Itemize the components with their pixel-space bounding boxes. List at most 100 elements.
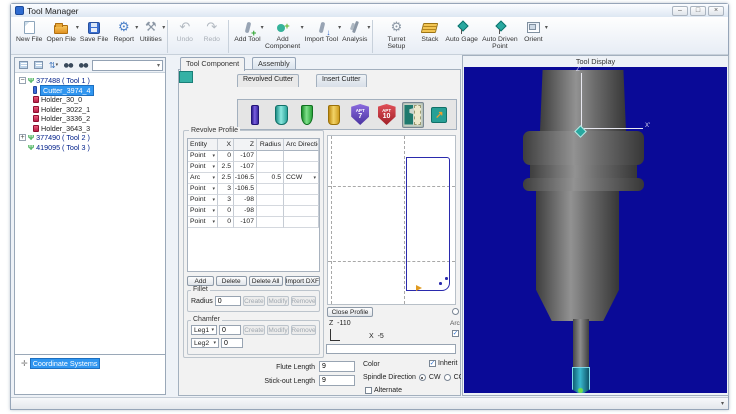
tab-insert-cutter[interactable]: Insert Cutter xyxy=(316,74,367,87)
maximize-button[interactable]: □ xyxy=(690,6,706,16)
tree-filter-combobox[interactable]: ▾ xyxy=(92,60,163,71)
chamfer-modify-button[interactable]: Modify xyxy=(267,325,289,335)
flute-length-input[interactable] xyxy=(319,361,355,372)
cutter-type-apt10[interactable]: APT10 xyxy=(376,102,397,128)
chamfer-remove-button[interactable]: Remove xyxy=(291,325,316,335)
arc-cell[interactable] xyxy=(284,217,319,228)
x-cell[interactable]: 0 xyxy=(218,151,234,162)
color-swatch[interactable] xyxy=(179,71,193,83)
x-cell[interactable]: 0 xyxy=(218,217,234,228)
close-button[interactable]: × xyxy=(708,6,724,16)
orient-button[interactable]: ▾Orient xyxy=(520,19,547,43)
alternate-checkbox[interactable] xyxy=(365,387,372,394)
chamfer-leg2-input[interactable] xyxy=(221,338,243,348)
entity-cell[interactable]: Point▾ xyxy=(188,162,218,173)
minimize-button[interactable]: – xyxy=(672,6,688,16)
stickout-length-input[interactable] xyxy=(319,375,355,386)
alternate-checkbox-row[interactable]: Alternate xyxy=(365,387,402,394)
stack-button[interactable]: Stack xyxy=(416,19,443,43)
fillet-remove-button[interactable]: Remove xyxy=(291,296,316,306)
dropdown-icon[interactable]: ▾ xyxy=(313,173,316,183)
tree-view-button[interactable] xyxy=(17,59,30,71)
cutter-type-bullnose[interactable] xyxy=(323,102,344,128)
import-tool-button[interactable]: ▾Import Tool xyxy=(303,19,341,43)
cutter-type-import-profile[interactable]: ↗ xyxy=(429,102,450,128)
z-cell[interactable]: -107 xyxy=(234,217,257,228)
cutter-type-revolve-profile[interactable] xyxy=(402,102,423,128)
arc-cell[interactable] xyxy=(284,151,319,162)
x-cell[interactable]: 2.5 xyxy=(218,173,234,184)
dropdown-icon[interactable]: ▾ xyxy=(367,25,370,32)
redo-button[interactable]: ↷Redo xyxy=(198,19,225,43)
arc-cell[interactable] xyxy=(284,162,319,173)
fillet-radius-input[interactable] xyxy=(215,296,241,306)
cutter-type-drill[interactable] xyxy=(297,102,318,128)
tree-item-cutter[interactable]: Cutter_3974_4 xyxy=(32,86,165,96)
dropdown-icon[interactable]: ▾ xyxy=(212,206,215,216)
inherit-checkbox-row[interactable]: ✓Inherit xyxy=(429,360,457,367)
tree-item-tool2[interactable]: +Ψ377490 ( Tool 2 ) xyxy=(19,133,165,143)
delete-all-button[interactable]: Delete All xyxy=(249,276,283,286)
save-file-button[interactable]: Save File xyxy=(78,19,110,43)
table-row[interactable]: Point▾0-98 xyxy=(188,206,319,217)
dropdown-icon[interactable]: ▾ xyxy=(212,184,215,194)
undo-button[interactable]: ↶Undo xyxy=(171,19,198,43)
import-dxf-button[interactable]: Import DXF xyxy=(285,276,320,286)
utilities-button[interactable]: ⚒▾Utilities xyxy=(137,19,164,43)
dropdown-icon[interactable]: ▾ xyxy=(212,195,215,205)
tree-detail-button[interactable] xyxy=(32,59,45,71)
expander-icon[interactable]: − xyxy=(19,77,26,84)
entity-cell[interactable]: Point▾ xyxy=(188,206,218,217)
dropdown-icon[interactable]: ▾ xyxy=(212,217,215,227)
entity-cell[interactable]: Point▾ xyxy=(188,184,218,195)
chamfer-leg1-combobox[interactable]: Leg1▾ xyxy=(191,325,217,335)
chamfer-leg1-input[interactable] xyxy=(219,325,241,335)
add-button[interactable]: Add xyxy=(187,276,214,286)
cutter-type-ball-endmill[interactable] xyxy=(270,102,291,128)
tree-item-holder[interactable]: Holder_30_0 xyxy=(32,95,165,105)
cutter-type-flat-endmill[interactable] xyxy=(244,102,265,128)
cw-radio[interactable] xyxy=(419,374,426,381)
table-row[interactable]: Arc▾2.5-106.50.5CCW▾ xyxy=(188,173,319,184)
z-cell[interactable]: -107 xyxy=(234,162,257,173)
tree-item-holder[interactable]: Holder_3336_2 xyxy=(32,114,165,124)
table-row[interactable]: Point▾0-107 xyxy=(188,217,319,228)
dropdown-icon[interactable]: ▾ xyxy=(212,162,215,172)
turret-setup-button[interactable]: ⚙Turret Setup xyxy=(376,19,416,51)
close-profile-button[interactable]: Close Profile xyxy=(327,307,373,317)
radius-cell[interactable] xyxy=(257,195,284,206)
dropdown-icon[interactable]: ▾ xyxy=(212,173,215,183)
delete-button[interactable]: Delete xyxy=(216,276,247,286)
table-row[interactable]: Point▾0-107 xyxy=(188,151,319,162)
table-row[interactable]: Point▾3-98 xyxy=(188,195,319,206)
z-cell[interactable]: -106.5 xyxy=(234,184,257,195)
arc-cell[interactable] xyxy=(284,184,319,195)
arc-radio[interactable] xyxy=(452,308,459,315)
find-button[interactable] xyxy=(62,59,75,71)
radius-cell[interactable] xyxy=(257,184,284,195)
radius-cell[interactable] xyxy=(257,217,284,228)
arc-checkbox[interactable]: ✓ xyxy=(452,330,459,337)
x-cell[interactable]: 3 xyxy=(218,184,234,195)
dropdown-icon[interactable]: ▾ xyxy=(162,25,165,32)
new-file-button[interactable]: New File xyxy=(14,19,44,43)
open-file-button[interactable]: ▾Open File xyxy=(44,19,77,43)
table-row[interactable]: Point▾2.5-107 xyxy=(188,162,319,173)
x-cell[interactable]: 0 xyxy=(218,206,234,217)
add-component-button[interactable]: ▾Add Component xyxy=(263,19,303,51)
tab-revolved-cutter[interactable]: Revolved Cutter xyxy=(237,74,299,87)
entity-cell[interactable]: Arc▾ xyxy=(188,173,218,184)
z-cell[interactable]: -107 xyxy=(234,151,257,162)
entity-cell[interactable]: Point▾ xyxy=(188,151,218,162)
dropdown-icon[interactable]: ▾ xyxy=(212,151,215,161)
x-cell[interactable]: 2.5 xyxy=(218,162,234,173)
auto-gage-button[interactable]: Auto Gage xyxy=(443,19,480,43)
radius-cell[interactable]: 0.5 xyxy=(257,173,284,184)
x-cell[interactable]: 3 xyxy=(218,195,234,206)
z-cell[interactable]: -98 xyxy=(234,206,257,217)
cutter-type-apt7[interactable]: APT7 xyxy=(350,102,371,128)
analysis-button[interactable]: ▾Analysis xyxy=(340,19,369,43)
radius-cell[interactable] xyxy=(257,206,284,217)
profile-preview-canvas[interactable] xyxy=(327,135,456,305)
find-next-button[interactable] xyxy=(77,59,90,71)
